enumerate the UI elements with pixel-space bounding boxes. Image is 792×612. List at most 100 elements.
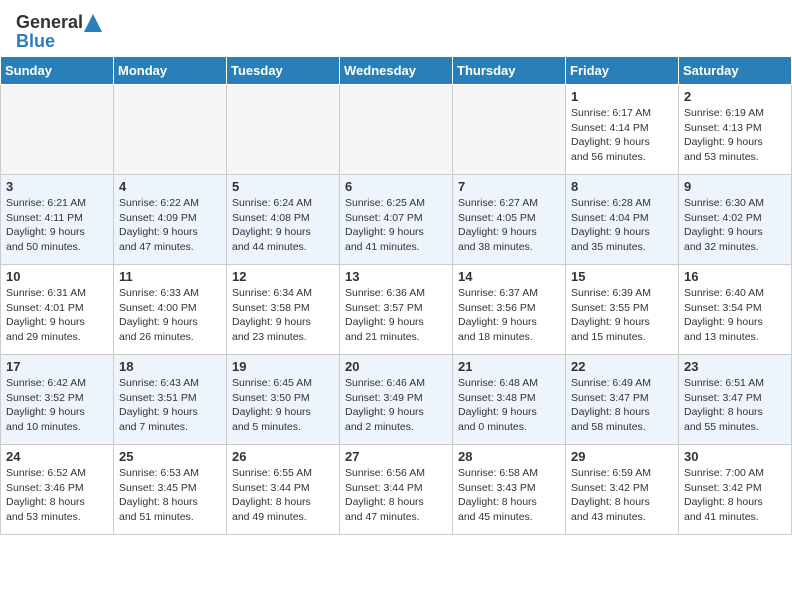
calendar-header: SundayMondayTuesdayWednesdayThursdayFrid… [1,57,792,85]
day-info: Sunrise: 6:55 AM Sunset: 3:44 PM Dayligh… [232,466,334,525]
day-info: Sunrise: 6:39 AM Sunset: 3:55 PM Dayligh… [571,286,673,345]
weekday-header: Sunday [1,57,114,85]
day-number: 1 [571,89,673,104]
day-info: Sunrise: 6:28 AM Sunset: 4:04 PM Dayligh… [571,196,673,255]
weekday-header: Thursday [453,57,566,85]
weekday-header: Wednesday [340,57,453,85]
calendar-cell [114,85,227,175]
day-info: Sunrise: 6:49 AM Sunset: 3:47 PM Dayligh… [571,376,673,435]
day-number: 11 [119,269,221,284]
day-info: Sunrise: 6:40 AM Sunset: 3:54 PM Dayligh… [684,286,786,345]
day-number: 3 [6,179,108,194]
day-number: 30 [684,449,786,464]
logo-blue-text: Blue [16,31,55,52]
calendar-cell: 22 Sunrise: 6:49 AM Sunset: 3:47 PM Dayli… [566,355,679,445]
calendar-cell [227,85,340,175]
calendar-cell: 18 Sunrise: 6:43 AM Sunset: 3:51 PM Dayli… [114,355,227,445]
day-info: Sunrise: 6:43 AM Sunset: 3:51 PM Dayligh… [119,376,221,435]
day-info: Sunrise: 6:21 AM Sunset: 4:11 PM Dayligh… [6,196,108,255]
calendar-cell: 8 Sunrise: 6:28 AM Sunset: 4:04 PM Daylig… [566,175,679,265]
day-number: 15 [571,269,673,284]
calendar-cell: 27 Sunrise: 6:56 AM Sunset: 3:44 PM Dayli… [340,445,453,535]
day-number: 22 [571,359,673,374]
day-number: 17 [6,359,108,374]
day-number: 10 [6,269,108,284]
day-info: Sunrise: 6:25 AM Sunset: 4:07 PM Dayligh… [345,196,447,255]
day-info: Sunrise: 6:33 AM Sunset: 4:00 PM Dayligh… [119,286,221,345]
calendar-cell [453,85,566,175]
day-number: 16 [684,269,786,284]
calendar-cell: 21 Sunrise: 6:48 AM Sunset: 3:48 PM Dayli… [453,355,566,445]
day-info: Sunrise: 6:30 AM Sunset: 4:02 PM Dayligh… [684,196,786,255]
day-info: Sunrise: 6:51 AM Sunset: 3:47 PM Dayligh… [684,376,786,435]
calendar-cell: 17 Sunrise: 6:42 AM Sunset: 3:52 PM Dayli… [1,355,114,445]
calendar-cell: 23 Sunrise: 6:51 AM Sunset: 3:47 PM Dayli… [679,355,792,445]
day-info: Sunrise: 6:58 AM Sunset: 3:43 PM Dayligh… [458,466,560,525]
weekday-header: Tuesday [227,57,340,85]
calendar-cell: 10 Sunrise: 6:31 AM Sunset: 4:01 PM Dayli… [1,265,114,355]
calendar-cell: 11 Sunrise: 6:33 AM Sunset: 4:00 PM Dayli… [114,265,227,355]
day-number: 5 [232,179,334,194]
day-number: 20 [345,359,447,374]
day-info: Sunrise: 6:34 AM Sunset: 3:58 PM Dayligh… [232,286,334,345]
day-info: Sunrise: 6:52 AM Sunset: 3:46 PM Dayligh… [6,466,108,525]
day-number: 18 [119,359,221,374]
calendar-cell: 5 Sunrise: 6:24 AM Sunset: 4:08 PM Daylig… [227,175,340,265]
logo-general-text: General [16,12,83,33]
day-number: 24 [6,449,108,464]
calendar-cell: 4 Sunrise: 6:22 AM Sunset: 4:09 PM Daylig… [114,175,227,265]
calendar: SundayMondayTuesdayWednesdayThursdayFrid… [0,56,792,535]
day-number: 7 [458,179,560,194]
calendar-cell: 3 Sunrise: 6:21 AM Sunset: 4:11 PM Daylig… [1,175,114,265]
calendar-cell [340,85,453,175]
calendar-cell: 30Sunrise: 7:00 AM Sunset: 3:42 PM Dayli… [679,445,792,535]
day-number: 21 [458,359,560,374]
day-info: Sunrise: 6:24 AM Sunset: 4:08 PM Dayligh… [232,196,334,255]
calendar-cell: 7 Sunrise: 6:27 AM Sunset: 4:05 PM Daylig… [453,175,566,265]
day-number: 25 [119,449,221,464]
calendar-cell: 1 Sunrise: 6:17 AM Sunset: 4:14 PM Daylig… [566,85,679,175]
day-info: Sunrise: 6:31 AM Sunset: 4:01 PM Dayligh… [6,286,108,345]
calendar-cell: 12 Sunrise: 6:34 AM Sunset: 3:58 PM Dayli… [227,265,340,355]
day-info: Sunrise: 6:36 AM Sunset: 3:57 PM Dayligh… [345,286,447,345]
day-info: Sunrise: 6:37 AM Sunset: 3:56 PM Dayligh… [458,286,560,345]
day-number: 27 [345,449,447,464]
calendar-cell: 24 Sunrise: 6:52 AM Sunset: 3:46 PM Dayli… [1,445,114,535]
calendar-cell [1,85,114,175]
calendar-cell: 9 Sunrise: 6:30 AM Sunset: 4:02 PM Daylig… [679,175,792,265]
day-info: Sunrise: 6:53 AM Sunset: 3:45 PM Dayligh… [119,466,221,525]
day-number: 13 [345,269,447,284]
day-info: Sunrise: 6:42 AM Sunset: 3:52 PM Dayligh… [6,376,108,435]
calendar-cell: 14 Sunrise: 6:37 AM Sunset: 3:56 PM Dayli… [453,265,566,355]
day-info: Sunrise: 6:19 AM Sunset: 4:13 PM Dayligh… [684,106,786,165]
header: General Blue [0,0,792,56]
calendar-cell: 25 Sunrise: 6:53 AM Sunset: 3:45 PM Dayli… [114,445,227,535]
weekday-header: Saturday [679,57,792,85]
day-number: 4 [119,179,221,194]
day-info: Sunrise: 6:17 AM Sunset: 4:14 PM Dayligh… [571,106,673,165]
day-number: 6 [345,179,447,194]
day-number: 9 [684,179,786,194]
calendar-cell: 28 Sunrise: 6:58 AM Sunset: 3:43 PM Dayli… [453,445,566,535]
calendar-cell: 15 Sunrise: 6:39 AM Sunset: 3:55 PM Dayli… [566,265,679,355]
day-info: Sunrise: 6:48 AM Sunset: 3:48 PM Dayligh… [458,376,560,435]
weekday-header: Friday [566,57,679,85]
day-number: 26 [232,449,334,464]
day-number: 28 [458,449,560,464]
day-number: 14 [458,269,560,284]
day-info: Sunrise: 6:46 AM Sunset: 3:49 PM Dayligh… [345,376,447,435]
calendar-cell: 16 Sunrise: 6:40 AM Sunset: 3:54 PM Dayli… [679,265,792,355]
calendar-cell: 20 Sunrise: 6:46 AM Sunset: 3:49 PM Dayli… [340,355,453,445]
day-number: 23 [684,359,786,374]
day-info: Sunrise: 6:27 AM Sunset: 4:05 PM Dayligh… [458,196,560,255]
day-info: Sunrise: 6:56 AM Sunset: 3:44 PM Dayligh… [345,466,447,525]
day-number: 12 [232,269,334,284]
day-info: Sunrise: 6:45 AM Sunset: 3:50 PM Dayligh… [232,376,334,435]
calendar-cell: 2Sunrise: 6:19 AM Sunset: 4:13 PM Daylig… [679,85,792,175]
logo: General Blue [16,12,102,52]
weekday-header: Monday [114,57,227,85]
calendar-cell: 29Sunrise: 6:59 AM Sunset: 3:42 PM Dayli… [566,445,679,535]
day-number: 8 [571,179,673,194]
day-info: Sunrise: 6:22 AM Sunset: 4:09 PM Dayligh… [119,196,221,255]
calendar-cell: 19Sunrise: 6:45 AM Sunset: 3:50 PM Dayli… [227,355,340,445]
